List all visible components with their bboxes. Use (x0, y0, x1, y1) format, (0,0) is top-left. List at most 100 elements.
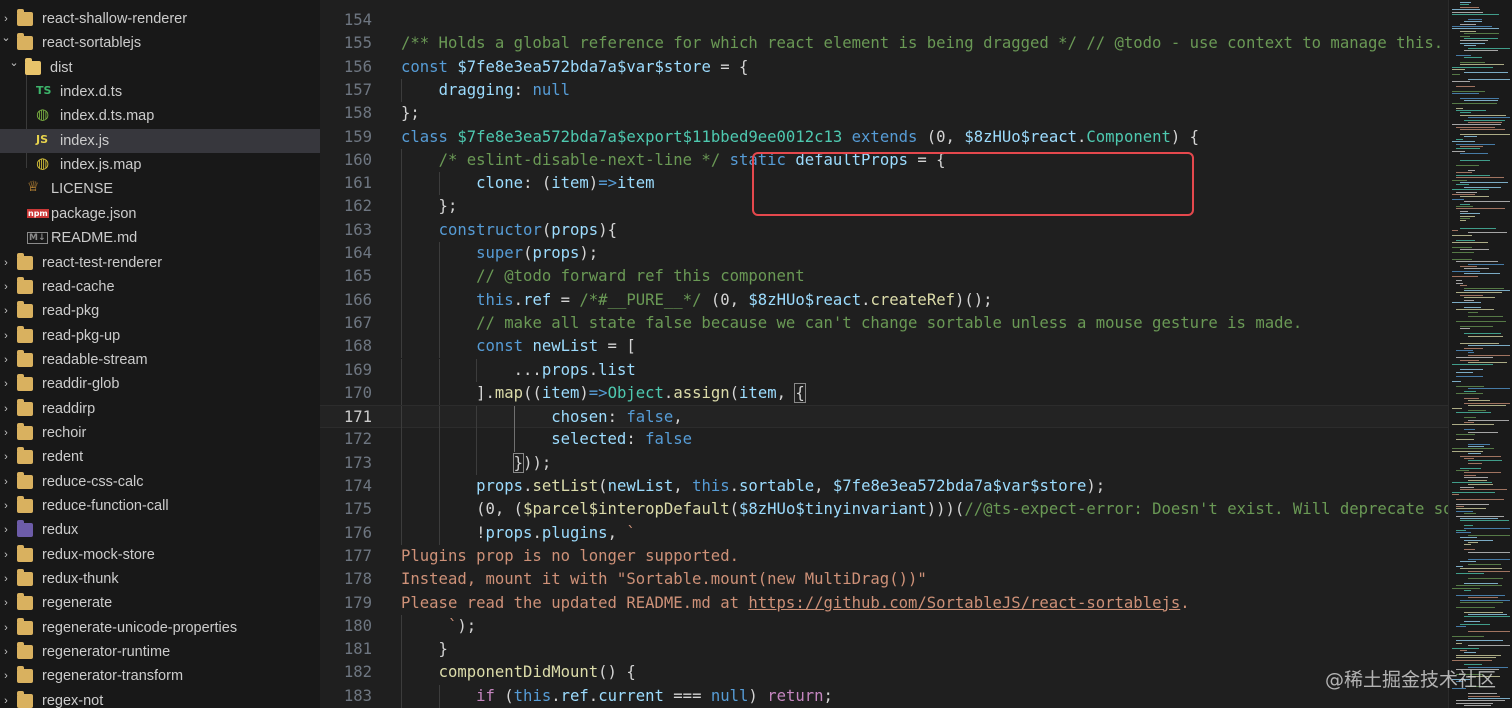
tree-folder-item[interactable]: › redux-mock-store (0, 543, 320, 567)
code-line[interactable]: 178 Instead, mount it with "Sortable.moun… (320, 568, 1448, 591)
code-line[interactable]: 164 super(props); (320, 242, 1448, 266)
chevron-right-icon[interactable]: › (0, 378, 12, 390)
tree-file-item[interactable]: ◍ index.js.map (0, 153, 320, 177)
tree-folder-item[interactable]: › redent (0, 445, 320, 469)
chevron-right-icon[interactable]: › (0, 451, 12, 463)
minimap-line (1456, 515, 1505, 517)
code-line[interactable]: 158}; (320, 102, 1448, 125)
tree-file-item[interactable]: M↓ README.md (0, 226, 320, 250)
tree-folder-item[interactable]: › reduce-css-calc (0, 470, 320, 494)
line-number: 173 (343, 453, 372, 472)
chevron-right-icon[interactable]: › (0, 257, 12, 269)
code-line[interactable]: 179 Please read the updated README.md at … (320, 592, 1448, 615)
tree-file-item[interactable]: npm package.json (0, 202, 320, 226)
tree-folder-item[interactable]: › regex-not (0, 689, 320, 708)
chevron-down-icon[interactable]: ⌄ (8, 56, 20, 69)
code-line[interactable]: 154 (320, 9, 1448, 32)
tree-folder-item[interactable]: ⌄ dist (0, 56, 320, 80)
chevron-right-icon[interactable]: › (0, 305, 12, 317)
code-line[interactable]: 156 const $7fe8e3ea572bda7a$var$store = { (320, 56, 1448, 79)
chevron-down-icon[interactable]: ⌄ (0, 31, 12, 44)
chevron-right-icon[interactable]: › (0, 476, 12, 488)
code-line[interactable]: 177 Plugins prop is no longer supported. (320, 545, 1448, 568)
chevron-right-icon[interactable]: › (0, 524, 12, 536)
minimap[interactable] (1448, 0, 1512, 708)
chevron-right-icon[interactable]: › (0, 622, 12, 634)
code-line[interactable]: 180 `); (320, 614, 1448, 639)
tree-folder-item[interactable]: › rechoir (0, 421, 320, 445)
code-line[interactable]: 166 this.ref = /*#__PURE__*/ (0, $8zHUo$… (320, 288, 1448, 312)
code-line[interactable]: 167 // make all state false because we c… (320, 311, 1448, 336)
chevron-right-icon[interactable]: › (0, 427, 12, 439)
tree-folder-item[interactable]: › read-pkg-up (0, 324, 320, 348)
tree-file-item[interactable]: JS index.js (0, 128, 320, 153)
code-line[interactable]: 171 chosen: false, (320, 405, 1448, 430)
chevron-right-icon[interactable]: › (0, 549, 12, 561)
tree-item-label: redent (42, 449, 84, 466)
code-line[interactable]: 163 constructor(props){ (320, 218, 1448, 242)
code-line[interactable]: 176 !props.plugins, ` (320, 521, 1448, 545)
code-line[interactable]: 168 const newList = [ (320, 335, 1448, 359)
tree-file-item[interactable]: TS index.d.ts (0, 80, 320, 104)
code-line[interactable]: 159 class $7fe8e3ea572bda7a$export$11bbed… (320, 126, 1448, 149)
minimap-line (1452, 407, 1463, 409)
tree-folder-item[interactable]: › reduce-function-call (0, 494, 320, 518)
code-token: : (513, 80, 533, 99)
chevron-right-icon[interactable]: › (0, 695, 12, 707)
code-line[interactable]: 181 } (320, 638, 1448, 662)
chevron-right-icon[interactable]: › (0, 13, 12, 25)
tree-folder-item[interactable]: › read-cache (0, 275, 320, 299)
tree-folder-item[interactable]: › regenerate (0, 591, 320, 615)
tree-item-label: readdirp (42, 400, 96, 417)
code-token: ){ (598, 220, 617, 239)
chevron-right-icon[interactable]: › (0, 500, 12, 512)
tree-folder-item[interactable]: › readdirp (0, 397, 320, 421)
tree-folder-item[interactable]: › react-shallow-renderer (0, 7, 320, 31)
chevron-right-icon[interactable]: › (0, 573, 12, 585)
tree-folder-item[interactable]: › readdir-glob (0, 372, 320, 396)
tree-folder-item[interactable]: › read-pkg (0, 299, 320, 323)
code-line[interactable]: 175 (0, ($parcel$interopDefault($8zHUo$t… (320, 498, 1448, 522)
chevron-right-icon[interactable]: › (0, 646, 12, 658)
code-line[interactable]: 155 /** Holds a global reference for whic… (320, 32, 1448, 55)
highlight-annotation-box (752, 152, 1194, 216)
code-line[interactable]: 182 componentDidMount() { (320, 661, 1448, 685)
chevron-right-icon[interactable]: › (0, 670, 12, 682)
code-editor[interactable]: 154 155 /** Holds a global reference for w… (320, 0, 1448, 708)
code-line[interactable]: 173 })); (320, 451, 1448, 475)
code-text: /** Holds a global reference for which r… (401, 32, 1443, 55)
code-line[interactable]: 157 dragging: null (320, 78, 1448, 103)
code-token: createRef (870, 290, 955, 309)
minimap-line (1468, 558, 1510, 560)
code-text: Instead, mount it with "Sortable.mount(n… (401, 568, 927, 591)
tree-file-item[interactable]: ♕ LICENSE (0, 177, 320, 201)
tree-folder-item[interactable]: › readable-stream (0, 348, 320, 372)
code-text: selected: false (401, 428, 692, 451)
folder-icon (17, 544, 33, 562)
code-line[interactable]: 170 ].map((item)=>Object.assign(item, { (320, 381, 1448, 406)
tree-folder-item[interactable]: › regenerator-runtime (0, 640, 320, 664)
chevron-right-icon[interactable]: › (0, 330, 12, 342)
code-token: ` (447, 616, 458, 635)
code-line[interactable]: 169 ...props.list (320, 358, 1448, 382)
code-line[interactable]: 174 props.setList(newList, this.sortable… (320, 475, 1448, 499)
tree-folder-item[interactable]: › regenerator-transform (0, 664, 320, 688)
code-line[interactable]: 165 // @todo forward ref this component (320, 265, 1448, 289)
minimap-line (1464, 616, 1510, 618)
tree-folder-item[interactable]: › regenerate-unicode-properties (0, 616, 320, 640)
tree-folder-item[interactable]: › redux-thunk (0, 567, 320, 591)
chevron-right-icon[interactable]: › (0, 597, 12, 609)
minimap-line (1456, 292, 1502, 294)
tree-file-item[interactable]: ◍ index.d.ts.map (0, 104, 320, 128)
chevron-right-icon[interactable]: › (0, 403, 12, 415)
code-token: extends (842, 127, 927, 146)
chevron-right-icon[interactable]: › (0, 354, 12, 366)
chevron-right-icon[interactable]: › (0, 281, 12, 293)
tree-folder-item[interactable]: ⌄ react-sortablejs (0, 31, 320, 55)
code-line[interactable]: 183 if (this.ref.current === null) retur… (320, 684, 1448, 708)
tree-folder-item[interactable]: › redux (0, 518, 320, 542)
code-line[interactable]: 172 selected: false (320, 428, 1448, 452)
tree-folder-item[interactable]: › react-test-renderer (0, 251, 320, 275)
